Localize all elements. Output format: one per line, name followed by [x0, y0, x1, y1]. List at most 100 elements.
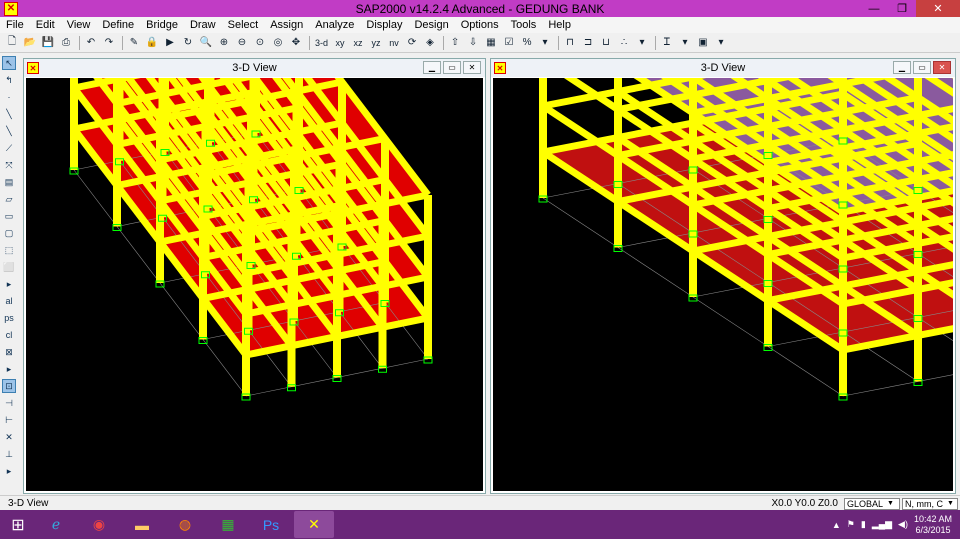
- model-canvas-left[interactable]: [26, 78, 483, 491]
- draw-cable-icon[interactable]: ╲: [2, 124, 16, 138]
- firefox-icon[interactable]: ◍: [165, 511, 205, 538]
- building-model-3d[interactable]: [26, 78, 483, 491]
- show-undeformed-icon[interactable]: ▦: [483, 35, 499, 51]
- minimize-icon[interactable]: —: [860, 0, 888, 17]
- snap-points-icon[interactable]: ⊡: [2, 379, 16, 393]
- internet-explorer-icon[interactable]: ℯ: [36, 511, 76, 538]
- text-tool-icon[interactable]: Ꮖ: [659, 35, 675, 51]
- maximize-icon[interactable]: ▭: [443, 61, 461, 74]
- zoom-in-icon[interactable]: ⊕: [216, 35, 232, 51]
- file-explorer-icon[interactable]: ▬: [122, 511, 162, 538]
- display-options-icon[interactable]: ▣: [695, 35, 711, 51]
- frame-icon[interactable]: ⊓: [562, 35, 578, 51]
- tray-expand-icon[interactable]: ▲: [832, 520, 841, 530]
- perspective-icon[interactable]: ◈: [422, 35, 438, 51]
- save-icon[interactable]: 💾: [40, 35, 56, 51]
- draw-section-cut-icon[interactable]: ⬜: [2, 260, 16, 274]
- undo-icon[interactable]: ↶: [83, 35, 99, 51]
- refresh-icon[interactable]: ↻: [180, 35, 196, 51]
- menu-bridge[interactable]: Bridge: [140, 19, 184, 31]
- pencil-icon[interactable]: ✎: [126, 35, 142, 51]
- quick-grid-icon[interactable]: ▤: [2, 175, 16, 189]
- intersect-icon[interactable]: ⊠: [2, 345, 16, 359]
- draw-frame-icon[interactable]: ╲: [2, 107, 16, 121]
- snap-intersect-icon[interactable]: ✕: [2, 430, 16, 444]
- snap-middle-icon[interactable]: ⊢: [2, 413, 16, 427]
- zoom-previous-icon[interactable]: ⊙: [252, 35, 268, 51]
- minimize-icon[interactable]: ▁: [893, 61, 911, 74]
- zoom-window-icon[interactable]: 🔍: [198, 35, 214, 51]
- menu-file[interactable]: File: [0, 19, 30, 31]
- menu-design[interactable]: Design: [408, 19, 454, 31]
- menu-help[interactable]: Help: [542, 19, 577, 31]
- windows-start-icon[interactable]: ⊞: [0, 510, 36, 539]
- maximize-icon[interactable]: ▭: [913, 61, 931, 74]
- lock-icon[interactable]: 🔒: [144, 35, 160, 51]
- coord-system-select[interactable]: GLOBAL ▼: [844, 497, 900, 510]
- new-file-icon[interactable]: 🗋: [4, 35, 20, 51]
- draw-area-icon[interactable]: ▱: [2, 192, 16, 206]
- chrome-icon[interactable]: ◉: [79, 511, 119, 538]
- sap2000-taskbar-icon[interactable]: ✕: [294, 511, 334, 538]
- view-xy-button[interactable]: xy: [332, 35, 348, 51]
- clock[interactable]: 10:42 AM 6/3/2015: [914, 514, 952, 536]
- select-all-tool-icon[interactable]: al: [2, 294, 16, 308]
- reshape-icon[interactable]: ↰: [2, 73, 16, 87]
- close-icon[interactable]: ✕: [463, 61, 481, 74]
- run-analysis-icon[interactable]: ▶: [162, 35, 178, 51]
- excel-icon[interactable]: ▦: [208, 511, 248, 538]
- brace-icon[interactable]: ⊐: [580, 35, 596, 51]
- clear-selection-icon[interactable]: cl: [2, 328, 16, 342]
- open-file-icon[interactable]: 📂: [22, 35, 38, 51]
- draw-solid-icon[interactable]: ⬚: [2, 243, 16, 257]
- quick-area-icon[interactable]: ▢: [2, 226, 16, 240]
- menu-select[interactable]: Select: [222, 19, 265, 31]
- print-icon[interactable]: ⎙: [58, 35, 74, 51]
- rotate-icon[interactable]: ⟳: [404, 35, 420, 51]
- node-icon[interactable]: ∴: [616, 35, 632, 51]
- signal-icon[interactable]: ▂▄▆: [872, 519, 892, 530]
- dropdown-icon[interactable]: ▾: [634, 35, 650, 51]
- pointer-icon[interactable]: ↖: [2, 56, 16, 70]
- redo-icon[interactable]: ↷: [101, 35, 117, 51]
- model-canvas-right[interactable]: [493, 78, 953, 491]
- snap-perpendicular-icon[interactable]: ⊥: [2, 447, 16, 461]
- view-3d-button[interactable]: 3-d: [313, 35, 330, 51]
- menu-view[interactable]: View: [61, 19, 97, 31]
- draw-point-icon[interactable]: ·: [2, 90, 16, 104]
- network-icon[interactable]: ▮: [861, 519, 866, 530]
- dropdown-icon[interactable]: ▾: [677, 35, 693, 51]
- dropdown-icon[interactable]: ▾: [537, 35, 553, 51]
- menu-tools[interactable]: Tools: [505, 19, 543, 31]
- quick-frame-icon[interactable]: ⟋: [2, 141, 16, 155]
- menu-edit[interactable]: Edit: [30, 19, 61, 31]
- restore-icon[interactable]: ❐: [888, 0, 916, 17]
- expand-icon[interactable]: ▸: [2, 464, 16, 478]
- menu-analyze[interactable]: Analyze: [309, 19, 360, 31]
- photoshop-icon[interactable]: Ps: [251, 511, 291, 538]
- percent-icon[interactable]: %: [519, 35, 535, 51]
- select-all-icon[interactable]: ☑: [501, 35, 517, 51]
- minimize-icon[interactable]: ▁: [423, 61, 441, 74]
- menu-assign[interactable]: Assign: [264, 19, 309, 31]
- pan-icon[interactable]: ✥: [288, 35, 304, 51]
- units-select[interactable]: N, mm, C ▼: [902, 497, 958, 510]
- zoom-full-icon[interactable]: ◎: [270, 35, 286, 51]
- expand-icon[interactable]: ▸: [2, 277, 16, 291]
- menu-options[interactable]: Options: [455, 19, 505, 31]
- quick-brace-icon[interactable]: ⤧: [2, 158, 16, 172]
- view-nv-button[interactable]: nv: [386, 35, 402, 51]
- menu-display[interactable]: Display: [360, 19, 408, 31]
- up-arrow-icon[interactable]: ⇧: [447, 35, 463, 51]
- dropdown-icon[interactable]: ▾: [713, 35, 729, 51]
- building-model-3d[interactable]: [493, 78, 953, 491]
- down-arrow-icon[interactable]: ⇩: [465, 35, 481, 51]
- expand-icon[interactable]: ▸: [2, 362, 16, 376]
- view-yz-button[interactable]: yz: [368, 35, 384, 51]
- draw-rect-area-icon[interactable]: ▭: [2, 209, 16, 223]
- menu-draw[interactable]: Draw: [184, 19, 222, 31]
- multi-frame-icon[interactable]: ⊔: [598, 35, 614, 51]
- snap-ends-icon[interactable]: ⊣: [2, 396, 16, 410]
- volume-icon[interactable]: ◀): [898, 519, 908, 530]
- menu-define[interactable]: Define: [96, 19, 140, 31]
